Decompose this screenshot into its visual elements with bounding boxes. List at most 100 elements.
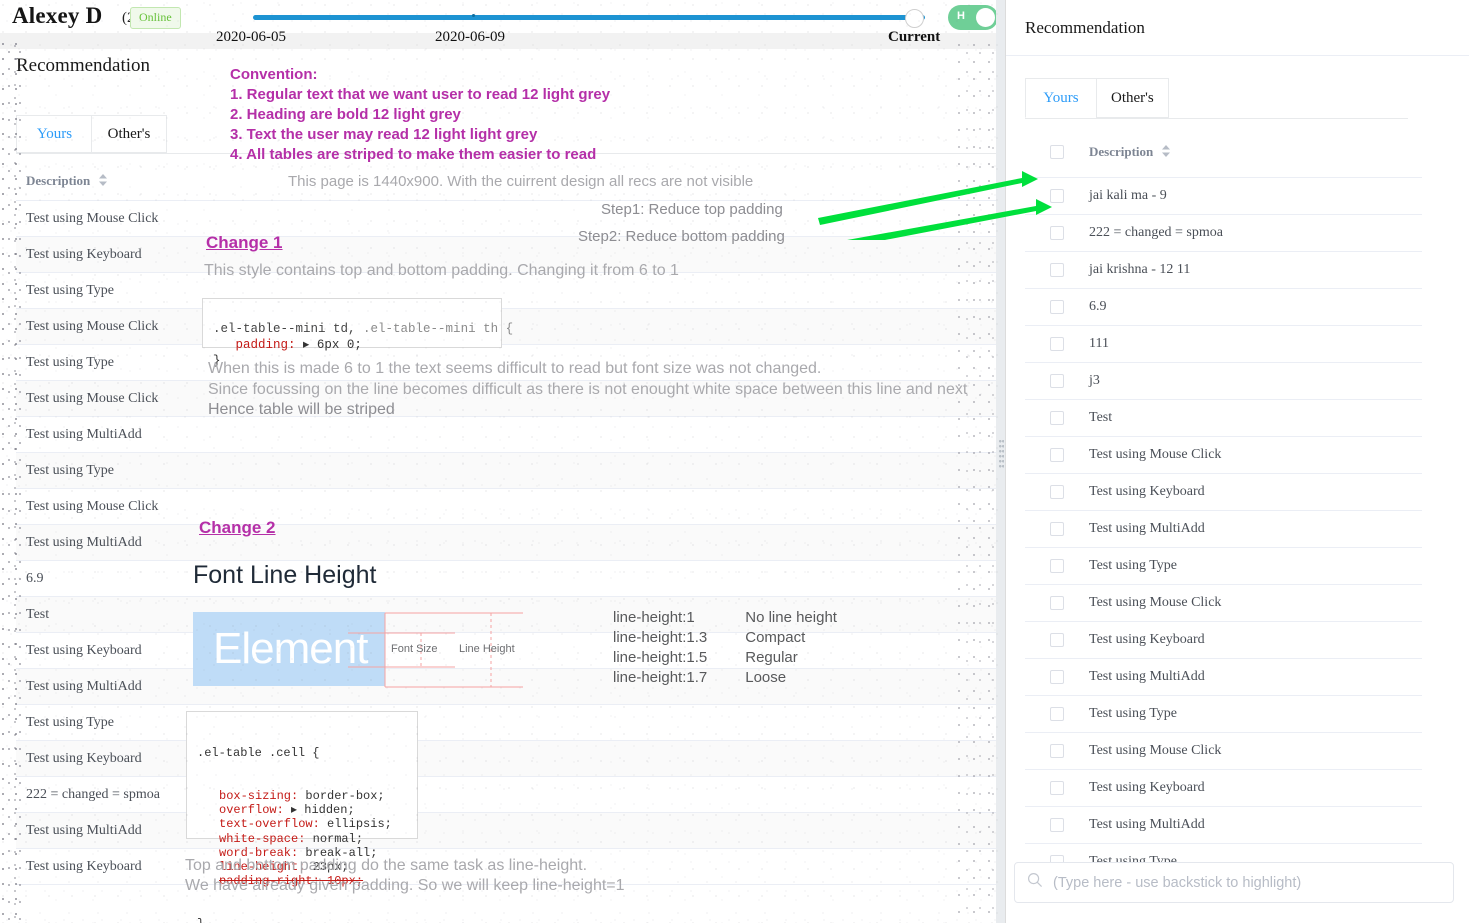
- history-toggle[interactable]: H: [948, 5, 998, 30]
- row-checkbox[interactable]: [1050, 263, 1064, 277]
- table-row[interactable]: Test using Keyboard: [16, 633, 996, 669]
- row-checkbox-cell[interactable]: [1025, 633, 1089, 647]
- table-row[interactable]: Test using Keyboard: [16, 849, 996, 885]
- row-checkbox-cell[interactable]: [1025, 781, 1089, 795]
- left-tab-others[interactable]: Other's: [91, 115, 167, 153]
- row-checkbox[interactable]: [1050, 781, 1064, 795]
- table-row[interactable]: Test using MultiAdd: [1025, 807, 1422, 844]
- row-checkbox[interactable]: [1050, 707, 1064, 721]
- slider-track[interactable]: [253, 15, 925, 20]
- row-checkbox-cell[interactable]: [1025, 596, 1089, 610]
- row-checkbox[interactable]: [1050, 670, 1064, 684]
- table-row[interactable]: Test using MultiAdd: [16, 813, 996, 849]
- table-row[interactable]: Test: [1025, 400, 1422, 437]
- row-checkbox[interactable]: [1050, 300, 1064, 314]
- row-checkbox-cell[interactable]: [1025, 448, 1089, 462]
- row-checkbox-cell[interactable]: [1025, 707, 1089, 721]
- table-cell-description: Test using Keyboard: [1089, 780, 1205, 795]
- table-row[interactable]: Test using Mouse Click: [16, 489, 996, 525]
- select-all-checkbox-cell[interactable]: [1025, 144, 1089, 159]
- row-checkbox[interactable]: [1050, 374, 1064, 388]
- table-row[interactable]: Test using Type: [16, 273, 996, 309]
- table-row[interactable]: Test using Type: [1025, 696, 1422, 733]
- row-checkbox[interactable]: [1050, 522, 1064, 536]
- row-checkbox-cell[interactable]: [1025, 818, 1089, 832]
- table-row[interactable]: Test using Type: [16, 345, 996, 381]
- right-table-body: jai kali ma - 9 222 = changed = spmoa jai …: [1025, 178, 1422, 881]
- select-all-checkbox[interactable]: [1050, 144, 1064, 159]
- timeline-slider[interactable]: [253, 9, 925, 28]
- table-row[interactable]: jai kali ma - 9: [1025, 178, 1422, 215]
- table-row[interactable]: Test: [16, 597, 996, 633]
- table-row[interactable]: Test using Type: [16, 705, 996, 741]
- search-icon: [1027, 872, 1043, 893]
- row-checkbox-cell[interactable]: [1025, 337, 1089, 351]
- row-checkbox[interactable]: [1050, 485, 1064, 499]
- slider-knob[interactable]: [905, 9, 924, 28]
- row-checkbox[interactable]: [1050, 448, 1064, 462]
- right-page-title: Recommendation: [1025, 18, 1145, 37]
- highlight-search-box[interactable]: (Type here - use backstick to highlight): [1014, 862, 1454, 903]
- table-row[interactable]: Test using Mouse Click: [1025, 437, 1422, 474]
- row-checkbox-cell[interactable]: [1025, 263, 1089, 277]
- search-input-placeholder[interactable]: (Type here - use backstick to highlight): [1053, 875, 1301, 891]
- table-cell-description: Test using Mouse Click: [26, 210, 159, 226]
- table-row[interactable]: 6.9: [16, 561, 996, 597]
- left-tab-yours[interactable]: Yours: [16, 115, 92, 153]
- row-checkbox-cell[interactable]: [1025, 411, 1089, 425]
- right-tab-yours[interactable]: Yours: [1025, 78, 1097, 118]
- table-row[interactable]: Test using MultiAdd: [16, 417, 996, 453]
- row-checkbox[interactable]: [1050, 559, 1064, 573]
- row-checkbox[interactable]: [1050, 337, 1064, 351]
- table-row[interactable]: 222 = changed = spmoa: [16, 777, 996, 813]
- sort-icon[interactable]: [98, 173, 108, 191]
- table-row[interactable]: Test using MultiAdd: [1025, 511, 1422, 548]
- slider-tick: [472, 14, 475, 17]
- right-tab-others[interactable]: Other's: [1096, 78, 1169, 118]
- table-row[interactable]: Test using Keyboard: [1025, 622, 1422, 659]
- table-cell-description: Test using Type: [1089, 706, 1177, 721]
- table-row[interactable]: Test using Mouse Click: [1025, 585, 1422, 622]
- patient-name: Alexey D: [12, 3, 103, 28]
- table-row[interactable]: Test using Keyboard: [16, 237, 996, 273]
- row-checkbox[interactable]: [1050, 596, 1064, 610]
- table-cell-description: Test using MultiAdd: [1089, 669, 1205, 684]
- table-row[interactable]: Test using Type: [16, 453, 996, 489]
- date-label-current: Current: [888, 29, 941, 45]
- row-checkbox[interactable]: [1050, 818, 1064, 832]
- row-checkbox-cell[interactable]: [1025, 744, 1089, 758]
- toggle-knob[interactable]: [976, 8, 995, 27]
- table-cell-description: Test using Mouse Click: [26, 318, 159, 334]
- table-cell-description: 222 = changed = spmoa: [26, 786, 160, 802]
- panel-resize-grip[interactable]: [999, 440, 1004, 468]
- table-row[interactable]: Test using MultiAdd: [1025, 659, 1422, 696]
- table-row[interactable]: Test using MultiAdd: [16, 525, 996, 561]
- green-arrows-annotation: [818, 171, 1052, 240]
- table-cell-description: j3: [1089, 373, 1100, 388]
- table-row[interactable]: 222 = changed = spmoa: [1025, 215, 1422, 252]
- table-row[interactable]: jai krishna - 12 11: [1025, 252, 1422, 289]
- right-tabs: Yours Other's: [1025, 78, 1169, 118]
- table-row[interactable]: Test using Mouse Click: [1025, 733, 1422, 770]
- row-checkbox[interactable]: [1050, 633, 1064, 647]
- table-row[interactable]: Test using Keyboard: [1025, 474, 1422, 511]
- table-row[interactable]: 6.9: [1025, 289, 1422, 326]
- row-checkbox-cell[interactable]: [1025, 670, 1089, 684]
- row-checkbox[interactable]: [1050, 411, 1064, 425]
- table-row[interactable]: Test using Keyboard: [16, 741, 996, 777]
- row-checkbox-cell[interactable]: [1025, 300, 1089, 314]
- table-row[interactable]: Test using MultiAdd: [16, 669, 996, 705]
- table-row[interactable]: 111: [1025, 326, 1422, 363]
- table-row[interactable]: Test using Mouse Click: [16, 381, 996, 417]
- row-checkbox-cell[interactable]: [1025, 485, 1089, 499]
- row-checkbox[interactable]: [1050, 744, 1064, 758]
- table-cell-description: 222 = changed = spmoa: [1089, 225, 1223, 240]
- row-checkbox-cell[interactable]: [1025, 522, 1089, 536]
- table-row[interactable]: j3: [1025, 363, 1422, 400]
- table-row[interactable]: Test using Type: [1025, 548, 1422, 585]
- row-checkbox-cell[interactable]: [1025, 559, 1089, 573]
- sort-icon[interactable]: [1161, 144, 1171, 162]
- row-checkbox-cell[interactable]: [1025, 374, 1089, 388]
- table-row[interactable]: Test using Keyboard: [1025, 770, 1422, 807]
- table-row[interactable]: Test using Mouse Click: [16, 309, 996, 345]
